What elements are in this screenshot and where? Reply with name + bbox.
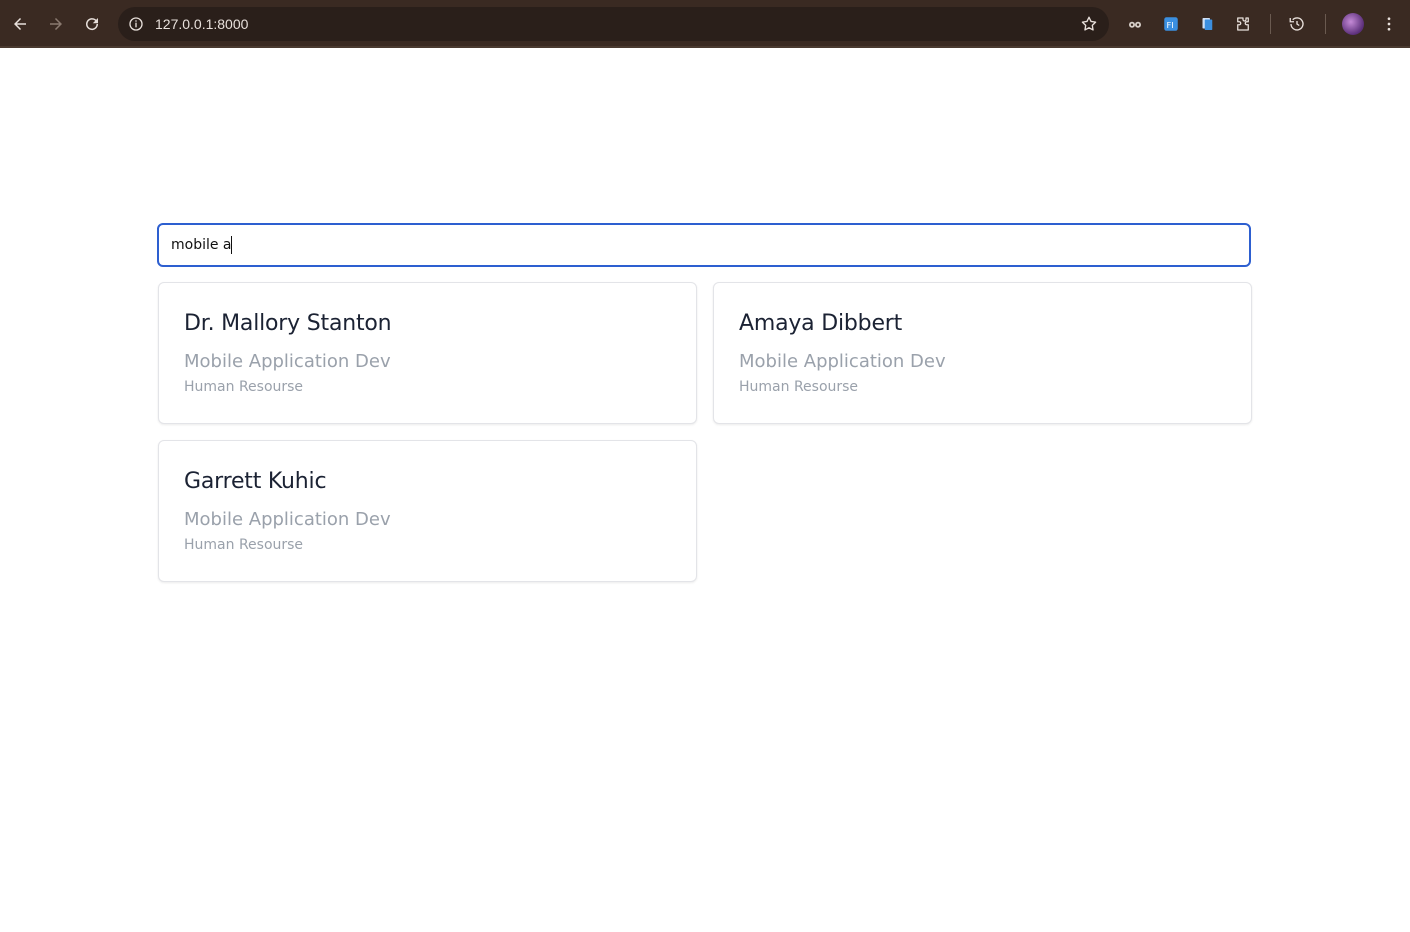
address-url: 127.0.0.1:8000: [155, 16, 249, 32]
bookmark-star-icon[interactable]: [1079, 14, 1099, 34]
site-info-icon[interactable]: [126, 14, 146, 34]
forward-button[interactable]: [40, 8, 72, 40]
employee-name: Garrett Kuhic: [184, 469, 327, 494]
address-bar[interactable]: 127.0.0.1:8000: [118, 7, 1109, 41]
browser-menu-button[interactable]: [1373, 8, 1405, 40]
reload-icon: [86, 18, 99, 31]
svg-text:FI: FI: [1167, 20, 1174, 30]
employee-department: Human Resourse: [739, 379, 859, 395]
employee-card[interactable]: Garrett Kuhic Mobile Application Dev Hum…: [158, 440, 697, 582]
extension-icon: [1202, 18, 1213, 30]
profile-avatar[interactable]: [1342, 13, 1364, 35]
forward-icon: [50, 18, 62, 30]
back-icon: [14, 18, 26, 30]
text-caret: [231, 236, 232, 254]
extension-button-3[interactable]: [1191, 8, 1223, 40]
back-button[interactable]: [4, 8, 36, 40]
toolbar-divider: [1325, 14, 1326, 34]
extensions-button[interactable]: [1227, 8, 1259, 40]
employee-card[interactable]: Dr. Mallory Stanton Mobile Application D…: [158, 282, 697, 424]
browser-toolbar: 127.0.0.1:8000 FI: [0, 0, 1410, 48]
reload-button[interactable]: [76, 8, 108, 40]
employee-role: Mobile Application Dev: [739, 351, 946, 372]
employee-name: Amaya Dibbert: [739, 311, 903, 336]
extension-icon: FI: [1164, 17, 1178, 31]
employee-department: Human Resourse: [184, 537, 304, 553]
employee-role: Mobile Application Dev: [184, 509, 391, 530]
employee-department: Human Resourse: [184, 379, 304, 395]
employee-role: Mobile Application Dev: [184, 351, 391, 372]
history-icon: [1289, 17, 1304, 31]
toolbar-divider: [1270, 14, 1271, 34]
extension-button-1[interactable]: [1119, 8, 1151, 40]
extensions-puzzle-icon: [1237, 17, 1249, 31]
search-input[interactable]: [157, 223, 1251, 267]
menu-kebab-icon: [1387, 17, 1391, 31]
history-button[interactable]: [1281, 8, 1313, 40]
extension-icon: [1129, 21, 1141, 28]
extension-button-2[interactable]: FI: [1155, 8, 1187, 40]
employee-name: Dr. Mallory Stanton: [184, 311, 392, 336]
employee-card[interactable]: Amaya Dibbert Mobile Application Dev Hum…: [713, 282, 1252, 424]
